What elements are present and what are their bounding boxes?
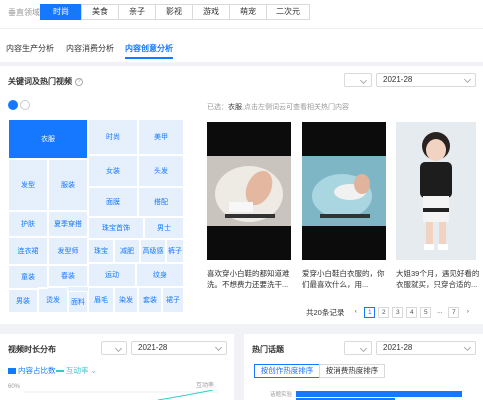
treemap-cell[interactable]: 美甲 — [138, 119, 184, 155]
tab-consumption-analysis[interactable]: 内容消费分析 — [66, 43, 114, 54]
legend-swatch — [8, 367, 16, 374]
treemap-cell[interactable]: 搭配 — [138, 187, 184, 217]
domain-tab-film[interactable]: 影视 — [155, 4, 193, 20]
treemap-cell[interactable]: 高级感 — [140, 239, 166, 263]
treemap-cell[interactable]: 头发 — [138, 155, 184, 187]
treemap-cell[interactable]: 童装 — [8, 265, 48, 289]
tab-production-analysis[interactable]: 内容生产分析 — [6, 43, 54, 54]
page-ellipsis: ... — [434, 307, 446, 318]
domain-tab-fashion[interactable]: 时尚 — [40, 4, 82, 20]
keywords-date-picker[interactable]: 2021-28 — [376, 73, 476, 87]
domain-tab-games[interactable]: 游戏 — [192, 4, 230, 20]
treemap-cell[interactable]: 珠宝首饰 — [88, 217, 144, 239]
legend-item[interactable]: 内容占比数 — [8, 365, 56, 376]
selected-keyword: 衣服 — [228, 104, 242, 111]
treemap-cell[interactable]: 春装 — [48, 265, 88, 287]
domain-tab-pets[interactable]: 萌宠 — [229, 4, 267, 20]
page-button[interactable]: 3 — [392, 307, 404, 318]
total-records: 共20条记录 — [306, 308, 345, 317]
video-caption[interactable]: 爱穿小白鞋白衣服的，你们最喜欢什么，用... — [302, 268, 388, 290]
domain-bar: 垂直领域 时尚 美食 亲子 影视 游戏 萌宠 二次元 — [0, 0, 483, 28]
domain-tab-food[interactable]: 美食 — [81, 4, 119, 20]
treemap-cell[interactable]: 面料 — [68, 291, 88, 313]
treemap-cell[interactable]: 连衣裙 — [8, 237, 48, 265]
page-button[interactable]: 1 — [364, 307, 376, 318]
topics-date-picker[interactable]: 2021-28 — [376, 341, 476, 355]
domain-tab-parenting[interactable]: 亲子 — [118, 4, 156, 20]
treemap-cell[interactable]: 女装 — [88, 155, 138, 187]
chevron-down-icon[interactable]: ⌄ — [91, 366, 97, 375]
pagination: 共20条记录 ‹ 1 2 3 4 5 ... 7 › — [306, 307, 476, 318]
treemap-cell[interactable]: 衣服 — [8, 119, 88, 159]
page-button[interactable]: 5 — [420, 307, 432, 318]
duration-period-select[interactable] — [101, 341, 127, 355]
prev-page-button[interactable]: ‹ — [350, 307, 362, 318]
topic-bar[interactable] — [296, 391, 462, 397]
treemap-cell[interactable]: 发型师 — [48, 237, 88, 265]
domain-label: 垂直领域 — [8, 8, 40, 17]
legend-item[interactable]: 互动率 ⌄ — [56, 365, 97, 376]
list-view-toggle[interactable] — [20, 100, 30, 110]
treemap-cell[interactable]: 时尚 — [88, 119, 138, 155]
treemap-cell[interactable]: 裤子 — [166, 239, 184, 263]
treemap-cell[interactable]: 发型 — [8, 159, 48, 211]
domain-tab-acg[interactable]: 二次元 — [266, 4, 310, 20]
page-button[interactable]: 7 — [448, 307, 460, 318]
page-button[interactable]: 2 — [378, 307, 390, 318]
domain-tabs: 时尚 美食 亲子 影视 游戏 萌宠 二次元 — [40, 4, 310, 20]
topics-card-title: 热门话题 — [252, 345, 284, 354]
treemap-cell[interactable]: 面膜 — [88, 187, 138, 217]
video-thumbnail[interactable] — [396, 122, 476, 260]
treemap-cell[interactable]: 染发 — [114, 287, 138, 313]
treemap-cell[interactable]: 男装 — [8, 289, 38, 313]
keywords-card-title: 关键词及热门视频? — [8, 76, 83, 87]
right-axis-label: 互动率 — [196, 383, 215, 389]
sort-by-creation-button[interactable]: 按创作热度排序 — [254, 364, 320, 378]
treemap-cell[interactable]: 套装 — [138, 287, 162, 313]
treemap-cell[interactable]: 护肤 — [8, 211, 48, 237]
period-type-select[interactable] — [344, 73, 372, 87]
treemap-cell[interactable]: 眉毛 — [88, 287, 114, 313]
page-button[interactable]: 4 — [406, 307, 418, 318]
topic-label: 话题实验 — [270, 392, 293, 398]
video-thumbnail[interactable] — [207, 122, 291, 260]
treemap-cell[interactable]: 珠宝 — [88, 239, 114, 263]
treemap-cell[interactable]: 男士 — [144, 217, 184, 239]
treemap-cell[interactable]: 纹身 — [136, 263, 184, 287]
video-caption[interactable]: 大姐39个月，遇见好看的衣服就买，只穿合适的... — [396, 268, 480, 290]
treemap-view-toggle[interactable] — [8, 100, 18, 110]
treemap-cell[interactable]: 减肥 — [114, 239, 140, 263]
topics-period-select[interactable] — [344, 341, 372, 355]
treemap-cell[interactable]: 服装 — [48, 159, 88, 211]
help-icon[interactable]: ? — [75, 78, 83, 86]
treemap-cell[interactable]: 烫发 — [38, 287, 68, 313]
tab-creative-analysis[interactable]: 内容创意分析 — [125, 43, 173, 59]
selected-keyword-line: 已选：衣服,点击左侧词云可查看相关热门内容 — [207, 104, 349, 111]
duration-date-picker[interactable]: 2021-28 — [131, 341, 227, 355]
video-thumbnail[interactable] — [302, 122, 386, 260]
keyword-treemap: 衣服 时尚 美甲 女装 头发 发型 服装 面膜 搭配 护肤 夏季穿搭 珠宝首饰 … — [8, 119, 184, 313]
sort-by-consumption-button[interactable]: 按消费热度排序 — [319, 364, 385, 378]
next-page-button[interactable]: › — [462, 307, 474, 318]
analysis-tabs: 内容生产分析 内容消费分析 内容创意分析 — [0, 28, 483, 62]
treemap-cell[interactable]: 裙子 — [162, 287, 184, 313]
treemap-cell[interactable]: 运动 — [88, 263, 136, 287]
video-caption[interactable]: 喜欢穿小白鞋的都知道难洗。不想费力还要洗干... — [207, 268, 293, 290]
legend-swatch — [56, 369, 64, 372]
treemap-cell[interactable]: 夏季穿搭 — [48, 211, 88, 237]
duration-chart-area — [24, 390, 218, 400]
duration-card-title: 视频时长分布 — [8, 345, 56, 354]
